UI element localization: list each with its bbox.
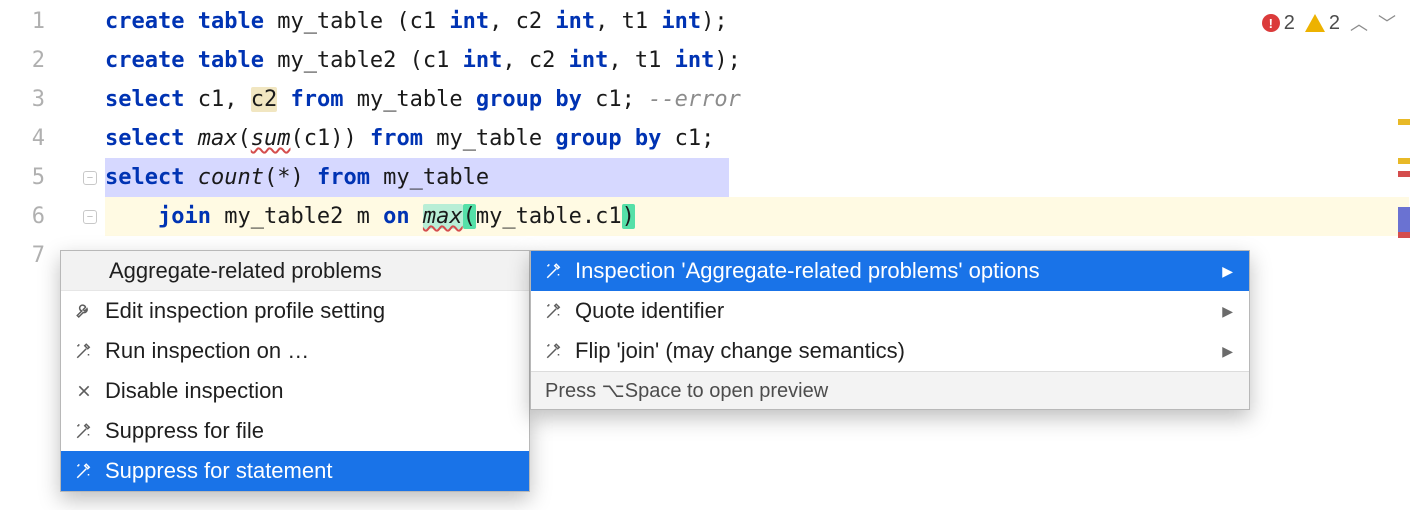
magic-wand-icon <box>543 340 565 362</box>
inspection-context-menu: Aggregate-related problems Edit inspecti… <box>60 250 530 492</box>
line-number: 5– <box>0 158 105 197</box>
inspection-status-bar[interactable]: ! 2 2 ︿ ﹀ <box>1262 10 1396 36</box>
menu-item-label: Inspection 'Aggregate-related problems' … <box>575 258 1212 284</box>
fold-toggle-icon[interactable]: – <box>83 210 97 224</box>
wrench-icon <box>73 300 95 322</box>
line-number: 6– <box>0 197 105 236</box>
inspection-menu-header: Aggregate-related problems <box>61 251 529 291</box>
warning-stripe[interactable] <box>1398 158 1410 164</box>
line-number: 1 <box>0 2 105 41</box>
menu-item-label: Flip 'join' (may change semantics) <box>575 338 1212 364</box>
code-line[interactable]: select c1, c2 from my_table group by c1;… <box>105 80 1412 119</box>
fold-toggle-icon[interactable]: – <box>83 171 97 185</box>
line-number: 3 <box>0 80 105 119</box>
code-line[interactable]: create table my_table2 (c1 int, c2 int, … <box>105 41 1412 80</box>
close-x-icon <box>73 380 95 402</box>
menu-item-label: Quote identifier <box>575 298 1212 324</box>
menu-item-label: Edit inspection profile setting <box>105 298 513 324</box>
menu-footer-hint: Press ⌥Space to open preview <box>531 371 1249 409</box>
warning-stripe[interactable] <box>1398 119 1410 125</box>
menu-header-label: Aggregate-related problems <box>109 258 382 284</box>
code-line[interactable]: select count(*) from my_table <box>105 158 1412 197</box>
warning-count-value: 2 <box>1329 12 1340 35</box>
menu-item-edit-profile[interactable]: Edit inspection profile setting <box>61 291 529 331</box>
menu-item-label: Disable inspection <box>105 378 513 404</box>
code-line[interactable]: create table my_table (c1 int, c2 int, t… <box>105 2 1412 41</box>
error-stripe[interactable] <box>1398 171 1410 177</box>
menu-item-inspection-options[interactable]: Inspection 'Aggregate-related problems' … <box>531 251 1249 291</box>
menu-item-label: Suppress for statement <box>105 458 513 484</box>
menu-item-disable-inspection[interactable]: Disable inspection <box>61 371 529 411</box>
error-stripe[interactable] <box>1398 232 1410 238</box>
line-number: 2 <box>0 41 105 80</box>
submenu-arrow-icon: ▶ <box>1222 303 1233 320</box>
line-number: 4 <box>0 119 105 158</box>
menu-item-label: Suppress for file <box>105 418 513 444</box>
code-line[interactable]: select max(sum(c1)) from my_table group … <box>105 119 1412 158</box>
menu-item-run-inspection[interactable]: Run inspection on … <box>61 331 529 371</box>
submenu-arrow-icon: ▶ <box>1222 343 1233 360</box>
error-icon: ! <box>1262 14 1280 32</box>
next-highlight-icon[interactable]: ﹀ <box>1378 10 1396 36</box>
warning-icon <box>1305 14 1325 32</box>
error-count-value: 2 <box>1284 12 1295 35</box>
code-line[interactable]: join my_table2 m on max(my_table.c1) <box>105 197 1412 236</box>
menu-item-flip-join[interactable]: Flip 'join' (may change semantics) ▶ <box>531 331 1249 371</box>
menu-item-quote-identifier[interactable]: Quote identifier ▶ <box>531 291 1249 331</box>
inspection-submenu: Inspection 'Aggregate-related problems' … <box>530 250 1250 410</box>
magic-wand-icon <box>73 340 95 362</box>
menu-footer-label: Press ⌥Space to open preview <box>545 380 828 402</box>
magic-wand-icon <box>73 460 95 482</box>
magic-wand-icon <box>543 260 565 282</box>
error-count[interactable]: ! 2 <box>1262 12 1295 35</box>
submenu-arrow-icon: ▶ <box>1222 263 1233 280</box>
menu-item-label: Run inspection on … <box>105 338 513 364</box>
magic-wand-icon <box>73 420 95 442</box>
magic-wand-icon <box>543 300 565 322</box>
prev-highlight-icon[interactable]: ︿ <box>1350 10 1368 36</box>
error-stripe-bar[interactable] <box>1396 0 1410 510</box>
warning-count[interactable]: 2 <box>1305 12 1340 35</box>
menu-item-suppress-file[interactable]: Suppress for file <box>61 411 529 451</box>
menu-item-suppress-statement[interactable]: Suppress for statement <box>61 451 529 491</box>
